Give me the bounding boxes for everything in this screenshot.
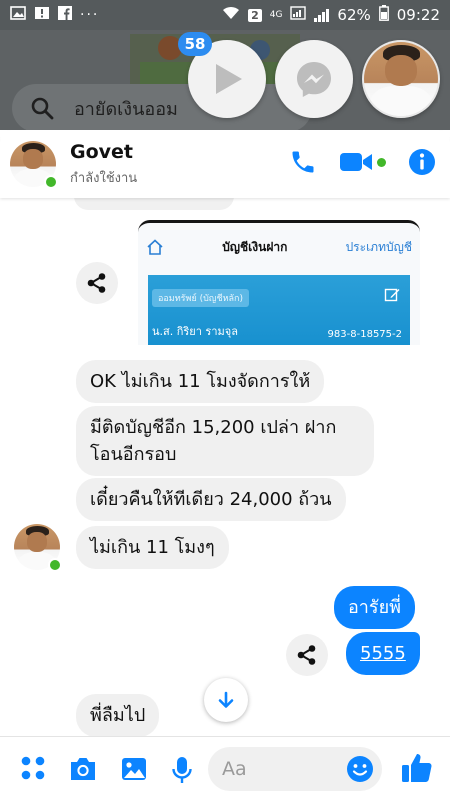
wifi-icon	[222, 6, 240, 24]
play-icon	[216, 64, 242, 94]
edit-icon	[384, 288, 400, 302]
chat-header: Govet กำลังใช้งาน	[0, 130, 450, 198]
background-search-text: อายัดเงินออม	[74, 98, 178, 120]
share-button[interactable]	[286, 634, 328, 676]
chat-head-video[interactable]: 58	[178, 32, 266, 118]
camera-icon[interactable]	[68, 755, 98, 783]
sim-indicator: 2	[248, 8, 262, 22]
header-title-block[interactable]: Govet กำลังใช้งาน	[70, 141, 137, 188]
notification-badge: 58	[178, 32, 212, 56]
message-bubble-incoming[interactable]: OK ไม่เกิน 11 โมงจัดการให้	[76, 360, 325, 403]
bank-card-header: บัญชีเงินฝาก ประเภทบัญชี	[138, 223, 420, 271]
message-bubble-outgoing[interactable]: 5555	[346, 632, 420, 675]
network-type: 4G	[269, 10, 283, 20]
message-bubble-incoming[interactable]: พี่ลืมไป	[76, 694, 160, 737]
home-icon	[147, 239, 163, 255]
message-input[interactable]: Aa	[208, 747, 382, 791]
phone-call-icon[interactable]	[289, 148, 317, 176]
message-input-placeholder: Aa	[222, 758, 247, 780]
message-link[interactable]: 5555	[360, 643, 406, 664]
status-bar: ··· 2 4G 62% 09:22	[0, 0, 450, 30]
facebook-icon	[58, 6, 72, 24]
clock: 09:22	[396, 6, 440, 24]
share-icon	[297, 645, 316, 665]
account-number: 983-8-18575-2	[327, 329, 402, 340]
microphone-icon[interactable]	[170, 755, 194, 785]
online-indicator	[44, 175, 58, 189]
chat-head-contact[interactable]	[362, 40, 440, 118]
battery-icon	[378, 5, 389, 25]
contact-status: กำลังใช้งาน	[70, 170, 138, 186]
shared-bank-screenshot[interactable]: บัญชีเงินฝาก ประเภทบัญชี ออมทรัพย์ (บัญช…	[138, 220, 420, 345]
message-bubble-outgoing[interactable]: อารัยพี่	[334, 586, 415, 629]
video-camera-icon	[340, 153, 372, 171]
gallery-icon[interactable]	[120, 755, 148, 783]
signal-bars-icon	[314, 8, 330, 22]
alert-icon	[34, 6, 50, 24]
bank-card-title: บัญชีเงินฝาก	[222, 239, 288, 254]
like-thumbs-up-icon[interactable]	[400, 751, 434, 785]
battery-level: 62%	[337, 6, 371, 24]
background-search-bar: อายัดเงินออม	[12, 84, 312, 132]
online-indicator	[48, 558, 62, 572]
arrow-down-icon	[218, 691, 234, 708]
emoji-icon[interactable]	[344, 753, 376, 785]
account-type-tag: ออมทรัพย์ (บัญชีหลัก)	[152, 289, 249, 307]
message-bubble-incoming[interactable]: มีติดบัญชีอีก 15,200 เปล่า ฝาก โอนอีกรอบ	[76, 406, 374, 476]
scroll-to-bottom-button[interactable]	[204, 678, 248, 722]
video-active-dot	[377, 157, 386, 167]
sender-avatar[interactable]	[14, 524, 62, 572]
signal-icon	[290, 6, 307, 24]
contact-name: Govet	[70, 140, 134, 163]
video-call-button[interactable]	[339, 150, 386, 174]
search-icon	[31, 97, 54, 120]
chat-head-messenger[interactable]	[275, 40, 353, 118]
share-icon	[87, 273, 106, 293]
header-avatar[interactable]	[10, 141, 58, 189]
bank-card-type-link: ประเภทบัญชี	[345, 239, 412, 254]
more-icon: ···	[80, 7, 100, 23]
bank-account-panel: ออมทรัพย์ (บัญชีหลัก) น.ส. กิริยา รามจุล…	[148, 275, 410, 345]
message-composer: Aa	[0, 736, 450, 800]
message-bubble-incoming[interactable]: ไม่เกิน 11 โมงๆ	[76, 526, 229, 569]
image-icon	[10, 6, 26, 24]
chat-window: Govet กำลังใช้งาน บัญชีเงินฝาก ประเภทบัญ…	[0, 130, 450, 800]
contact-avatar	[364, 42, 438, 116]
info-icon[interactable]	[408, 148, 436, 176]
account-holder-name: น.ส. กิริยา รามจุล	[152, 325, 238, 338]
message-bubble-incoming[interactable]: เดี๋ยวคืนให้ทีเดียว 24,000 ถ้วน	[76, 478, 346, 521]
messenger-icon	[297, 62, 331, 97]
header-actions	[289, 148, 436, 176]
share-button[interactable]	[76, 262, 118, 304]
apps-icon[interactable]	[20, 755, 46, 781]
